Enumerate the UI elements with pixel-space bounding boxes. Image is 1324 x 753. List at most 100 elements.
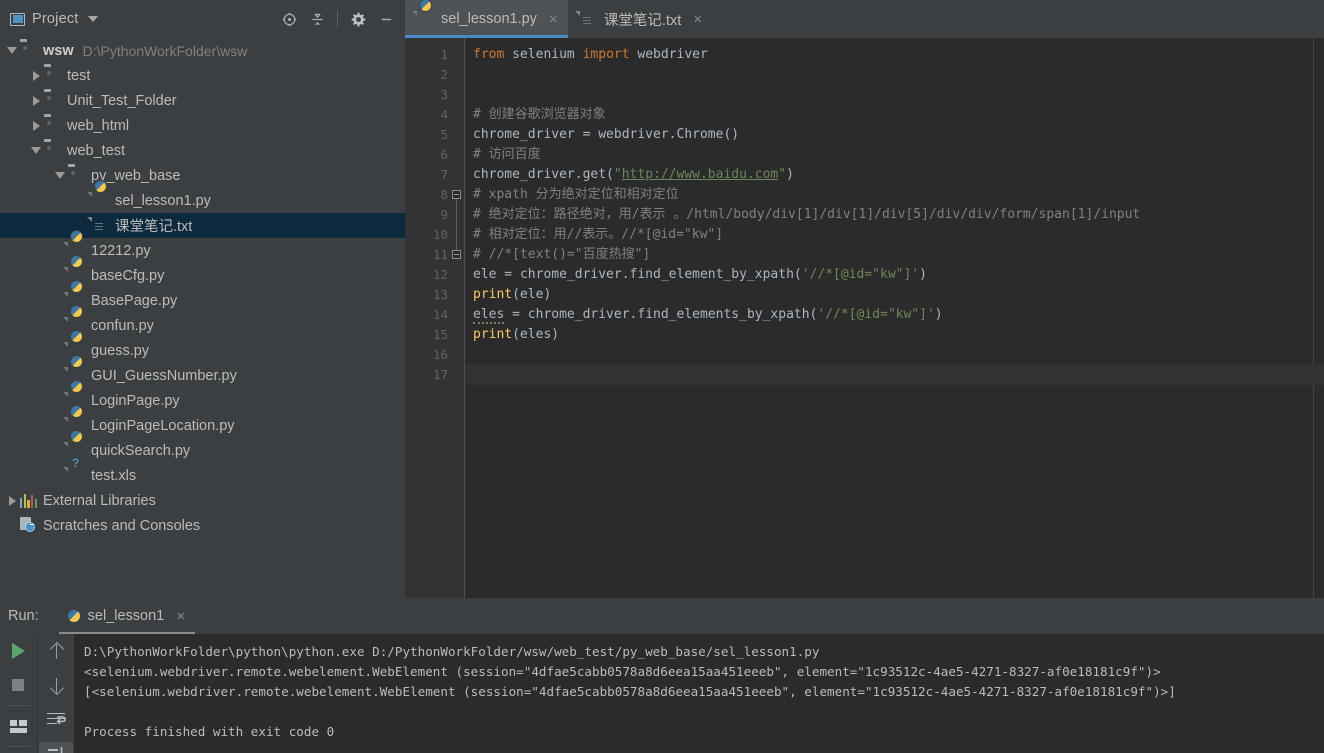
- tree-row[interactable]: test: [0, 63, 405, 88]
- tree-row[interactable]: wsw D:\PythonWorkFolder\wsw: [0, 38, 405, 63]
- line-number: 13: [432, 287, 448, 302]
- tree-row[interactable]: py_web_base: [0, 163, 405, 188]
- tree-row[interactable]: guess.py: [0, 338, 405, 363]
- editor-tab-bar[interactable]: sel_lesson1.py × 课堂笔记.txt ×: [405, 0, 1324, 38]
- code-token: ": [613, 167, 622, 182]
- chevron-down-icon[interactable]: [28, 147, 44, 154]
- code-line[interactable]: [465, 65, 1324, 85]
- code-line[interactable]: # //*[text()="百度热搜"]: [465, 245, 1324, 265]
- scroll-up-icon[interactable]: [38, 634, 74, 668]
- close-icon[interactable]: ×: [174, 609, 187, 624]
- tree-row-label: LoginPageLocation.py: [91, 417, 235, 434]
- code-viewport[interactable]: from selenium import webdriver # 创建谷歌浏览器对…: [464, 38, 1324, 598]
- text-file-icon: [92, 217, 109, 234]
- code-line[interactable]: ele = chrome_driver.find_element_by_xpat…: [465, 265, 1324, 285]
- folder-icon: [68, 167, 85, 184]
- code-line[interactable]: [465, 345, 1324, 365]
- tree-row[interactable]: 12212.py: [0, 238, 405, 263]
- tree-row[interactable]: quickSearch.py: [0, 438, 405, 463]
- collapse-all-icon[interactable]: [304, 6, 330, 32]
- code-line[interactable]: print(eles): [465, 325, 1324, 345]
- tree-row[interactable]: web_html: [0, 113, 405, 138]
- editor-body: 1 2 3 4 5 6 7 8 9 10 11 12 13 14 15 16 17 from selenium …: [405, 38, 1324, 598]
- code-line[interactable]: eles = chrome_driver.find_elements_by_xp…: [465, 305, 1324, 325]
- code-line[interactable]: # 绝对定位：路径绝对，用/表示 。/html/body/div[1]/div[…: [465, 205, 1324, 225]
- code-token: # 绝对定位：路径绝对，用/表示 。/html/body/div[1]/div[…: [473, 207, 1141, 222]
- tree-row[interactable]: LoginPageLocation.py: [0, 413, 405, 438]
- chevron-right-icon[interactable]: [4, 495, 20, 506]
- code-line[interactable]: # 访问百度: [465, 145, 1324, 165]
- code-line[interactable]: # 相对定位：用//表示。//*[@id="kw"]: [465, 225, 1324, 245]
- tree-row[interactable]: Unit_Test_Folder: [0, 88, 405, 113]
- tree-row-label: LoginPage.py: [91, 392, 180, 409]
- chevron-right-icon[interactable]: [28, 95, 44, 106]
- toolbar-divider: [7, 746, 30, 747]
- chevron-right-icon[interactable]: [28, 120, 44, 131]
- project-file-tree[interactable]: wsw D:\PythonWorkFolder\wsw test Unit_Test_…: [0, 38, 405, 598]
- close-icon[interactable]: ×: [547, 12, 560, 27]
- print-icon[interactable]: [38, 736, 74, 753]
- line-number: 8: [440, 187, 448, 202]
- code-token: (eles): [512, 327, 560, 342]
- locate-target-icon[interactable]: [276, 6, 302, 32]
- fold-collapse-icon[interactable]: [452, 250, 461, 259]
- code-token: ): [934, 307, 943, 322]
- code-line[interactable]: chrome_driver.get("http://www.baidu.com"…: [465, 165, 1324, 185]
- code-line[interactable]: [465, 365, 1324, 385]
- scroll-down-icon[interactable]: [38, 668, 74, 702]
- editor-tab[interactable]: 课堂笔记.txt ×: [568, 0, 712, 38]
- code-line[interactable]: # 创建谷歌浏览器对象: [465, 105, 1324, 125]
- code-token: eles: [473, 307, 505, 324]
- chevron-down-icon[interactable]: [4, 47, 20, 54]
- fold-region-line: [456, 190, 457, 250]
- tree-row-label: wsw: [43, 42, 74, 59]
- tree-row[interactable]: Scratches and Consoles: [0, 513, 405, 538]
- code-line[interactable]: chrome_driver = webdriver.Chrome(): [465, 125, 1324, 145]
- code-token: = chrome_driver.find_elements_by_xpath(: [504, 307, 818, 322]
- code-token: '//*[@id="kw"]': [801, 267, 920, 282]
- rerun-play-icon[interactable]: [0, 634, 36, 668]
- tree-row[interactable]: External Libraries: [0, 488, 405, 513]
- line-number: 9: [440, 207, 448, 222]
- stop-icon[interactable]: [0, 668, 36, 702]
- project-title-group[interactable]: Project: [10, 11, 98, 27]
- chevron-down-icon[interactable]: [87, 16, 98, 22]
- soft-wrap-icon[interactable]: [38, 702, 74, 736]
- toolbar-divider: [7, 705, 30, 706]
- minimize-icon[interactable]: [373, 6, 399, 32]
- chevron-down-icon[interactable]: [52, 172, 68, 179]
- code-folding-strip[interactable]: [450, 38, 464, 598]
- close-icon[interactable]: ×: [691, 12, 704, 27]
- editor-tab[interactable]: sel_lesson1.py ×: [405, 0, 568, 38]
- run-tab-label: sel_lesson1: [87, 608, 165, 624]
- tree-row[interactable]: sel_lesson1.py: [0, 188, 405, 213]
- layout-icon[interactable]: [0, 709, 36, 743]
- code-line[interactable]: # xpath 分为绝对定位和相对定位: [465, 185, 1324, 205]
- run-configuration-tab[interactable]: sel_lesson1 ×: [58, 598, 196, 634]
- code-line[interactable]: from selenium import webdriver: [465, 45, 1324, 65]
- tree-row[interactable]: 课堂笔记.txt: [0, 213, 405, 238]
- python-file-icon: [67, 609, 81, 624]
- python-file-icon: [417, 11, 434, 28]
- tree-row[interactable]: LoginPage.py: [0, 388, 405, 413]
- tree-row[interactable]: BasePage.py: [0, 288, 405, 313]
- line-number: 14: [432, 307, 448, 322]
- tree-row[interactable]: web_test: [0, 138, 405, 163]
- console-line: D:\PythonWorkFolder\python\python.exe D:…: [84, 644, 820, 659]
- settings-gear-icon[interactable]: [345, 6, 371, 32]
- tree-row-label: Scratches and Consoles: [43, 517, 201, 534]
- run-console-output[interactable]: D:\PythonWorkFolder\python\python.exe D:…: [74, 634, 1324, 753]
- chevron-right-icon[interactable]: [28, 70, 44, 81]
- tree-row[interactable]: test.xls: [0, 463, 405, 488]
- tree-row[interactable]: GUI_GuessNumber.py: [0, 363, 405, 388]
- code-line[interactable]: [465, 85, 1324, 105]
- tree-row-label: guess.py: [91, 342, 150, 359]
- code-line[interactable]: print(ele): [465, 285, 1324, 305]
- code-token: '//*[@id="kw"]': [817, 307, 935, 322]
- tree-row[interactable]: confun.py: [0, 313, 405, 338]
- fold-collapse-icon[interactable]: [452, 190, 461, 199]
- tree-row[interactable]: baseCfg.py: [0, 263, 405, 288]
- code-lines[interactable]: from selenium import webdriver # 创建谷歌浏览器对…: [465, 38, 1324, 385]
- project-panel-toolbar: [276, 0, 399, 38]
- editor-area: sel_lesson1.py × 课堂笔记.txt × 1 2 3 4 5 6 7 8 9 10 11 12…: [405, 0, 1324, 598]
